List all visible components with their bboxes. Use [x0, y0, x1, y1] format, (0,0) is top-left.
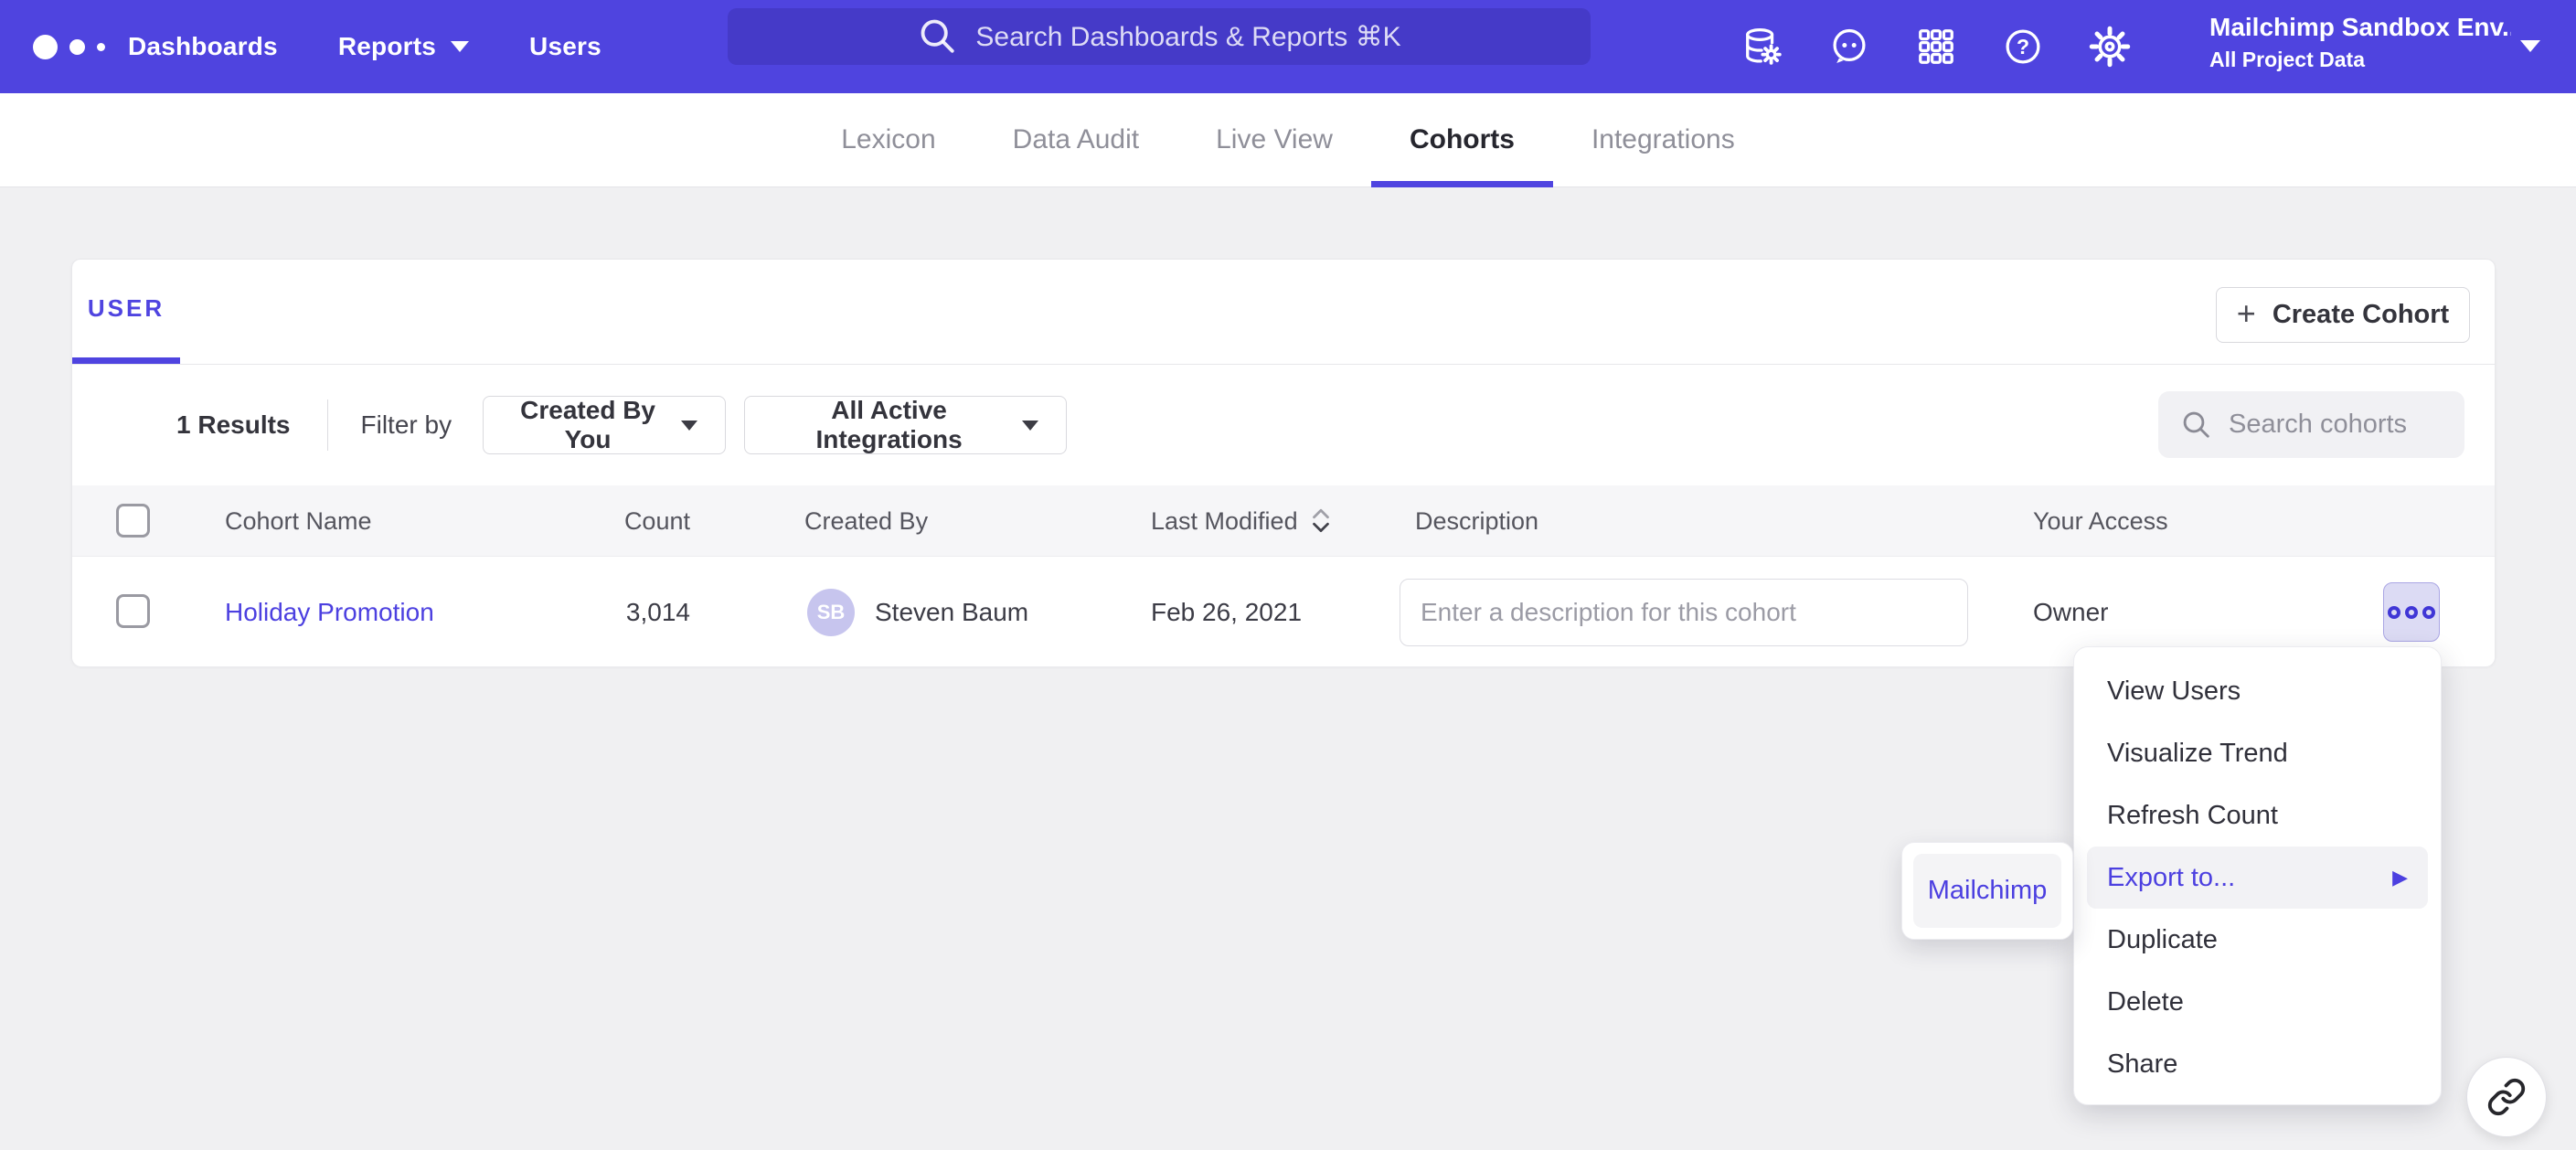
row-actions-button[interactable] — [2383, 582, 2440, 642]
search-icon — [917, 16, 959, 58]
ellipsis-icon — [2422, 606, 2435, 619]
column-last-modified-label: Last Modified — [1151, 507, 1298, 536]
select-all-checkbox[interactable] — [116, 504, 150, 538]
feedback-chat-icon[interactable] — [1828, 26, 1870, 68]
description-input[interactable] — [1400, 579, 1968, 646]
export-submenu: Mailchimp — [1901, 842, 2073, 940]
cohorts-page: Dashboards Reports Users Search Dashboar… — [0, 0, 2576, 1150]
menu-item-visualize-trend[interactable]: Visualize Trend — [2074, 722, 2441, 784]
caret-down-icon — [451, 41, 469, 52]
nav-dashboards[interactable]: Dashboards — [128, 32, 278, 61]
search-icon — [2180, 409, 2213, 442]
project-switcher[interactable]: Mailchimp Sandbox Env... All Project Dat… — [2209, 13, 2511, 72]
column-description: Description — [1415, 485, 1538, 557]
column-last-modified[interactable]: Last Modified — [1151, 485, 1333, 557]
avatar: SB — [807, 589, 855, 636]
link-icon — [2486, 1077, 2527, 1117]
logo-dot — [33, 35, 58, 59]
created-by-filter-dropdown[interactable]: Created By You — [483, 396, 726, 454]
ellipsis-icon — [2388, 606, 2400, 619]
integrations-filter-dropdown[interactable]: All Active Integrations — [744, 396, 1067, 454]
data-management-icon[interactable] — [1741, 26, 1783, 68]
top-navigation: Dashboards Reports Users Search Dashboar… — [0, 0, 2576, 93]
ellipsis-icon — [2405, 606, 2418, 619]
caret-down-icon[interactable] — [2520, 40, 2540, 52]
plus-icon: + — [2237, 297, 2256, 330]
column-count: Count — [456, 485, 690, 557]
cohort-last-modified: Feb 26, 2021 — [1151, 558, 1302, 666]
cohorts-card: USER + Create Cohort 1 Results Filter by… — [71, 259, 2496, 666]
menu-item-view-users[interactable]: View Users — [2074, 660, 2441, 722]
project-name: Mailchimp Sandbox Env... — [2209, 13, 2511, 42]
row-context-menu: View Users Visualize Trend Refresh Count… — [2073, 646, 2442, 1105]
menu-item-refresh-count[interactable]: Refresh Count — [2074, 784, 2441, 847]
column-created-by: Created By — [804, 485, 928, 557]
column-cohort-name: Cohort Name — [225, 485, 372, 557]
create-cohort-label: Create Cohort — [2273, 300, 2449, 330]
tab-cohorts[interactable]: Cohorts — [1371, 93, 1553, 186]
create-cohort-button[interactable]: + Create Cohort — [2216, 287, 2470, 343]
nav-reports-label: Reports — [338, 32, 436, 61]
submenu-arrow-icon: ▶ — [2392, 866, 2408, 889]
sort-icon — [1309, 506, 1333, 536]
nav-users[interactable]: Users — [529, 32, 601, 61]
tab-lexicon[interactable]: Lexicon — [803, 93, 974, 186]
tab-live-view[interactable]: Live View — [1177, 93, 1371, 186]
divider — [327, 399, 328, 451]
column-your-access: Your Access — [2033, 485, 2168, 557]
project-scope: All Project Data — [2209, 48, 2511, 72]
cohort-name-link[interactable]: Holiday Promotion — [225, 558, 434, 666]
logo-dot — [97, 43, 105, 51]
copy-link-button[interactable] — [2466, 1057, 2547, 1137]
mixpanel-logo[interactable] — [33, 0, 105, 93]
integrations-filter-value: All Active Integrations — [772, 396, 1006, 454]
global-search-placeholder: Search Dashboards & Reports ⌘K — [975, 21, 1400, 53]
cohort-search — [2158, 391, 2464, 458]
cohort-description-cell — [1400, 558, 1968, 666]
settings-gear-icon[interactable] — [2089, 26, 2131, 68]
section-tabbar: Lexicon Data Audit Live View Cohorts Int… — [0, 93, 2576, 187]
menu-item-export-to[interactable]: Export to... ▶ — [2087, 847, 2428, 909]
tab-data-audit[interactable]: Data Audit — [974, 93, 1177, 186]
cohort-count: 3,014 — [456, 558, 690, 666]
nav-icon-group: ? — [1741, 0, 2131, 93]
logo-dot — [69, 39, 85, 55]
filter-row: 1 Results Filter by Created By You All A… — [72, 365, 2495, 485]
results-count: 1 Results — [176, 410, 291, 440]
created-by-filter-value: Created By You — [511, 396, 665, 454]
cohort-search-input[interactable] — [2229, 410, 2448, 440]
creator-name: Steven Baum — [875, 598, 1028, 627]
global-search-input[interactable]: Search Dashboards & Reports ⌘K — [728, 8, 1591, 65]
menu-item-duplicate[interactable]: Duplicate — [2074, 909, 2441, 971]
apps-grid-icon[interactable] — [1915, 26, 1957, 68]
menu-item-share[interactable]: Share — [2074, 1033, 2441, 1095]
tab-integrations[interactable]: Integrations — [1553, 93, 1773, 186]
help-icon[interactable]: ? — [2002, 26, 2044, 68]
table-header: Cohort Name Count Created By Last Modifi… — [72, 485, 2495, 557]
cohort-creator: SB Steven Baum — [807, 558, 1028, 666]
svg-text:?: ? — [2017, 35, 2029, 59]
tab-user-cohorts[interactable]: USER — [72, 260, 180, 364]
primary-nav: Dashboards Reports Users — [128, 0, 601, 93]
caret-down-icon — [1022, 421, 1038, 431]
export-to-label: Export to... — [2107, 863, 2235, 893]
submenu-item-mailchimp[interactable]: Mailchimp — [1913, 854, 2061, 928]
menu-item-delete[interactable]: Delete — [2074, 971, 2441, 1033]
row-checkbox[interactable] — [116, 594, 150, 628]
nav-reports[interactable]: Reports — [338, 32, 469, 61]
filter-by-label: Filter by — [361, 410, 452, 440]
caret-down-icon — [681, 421, 697, 431]
